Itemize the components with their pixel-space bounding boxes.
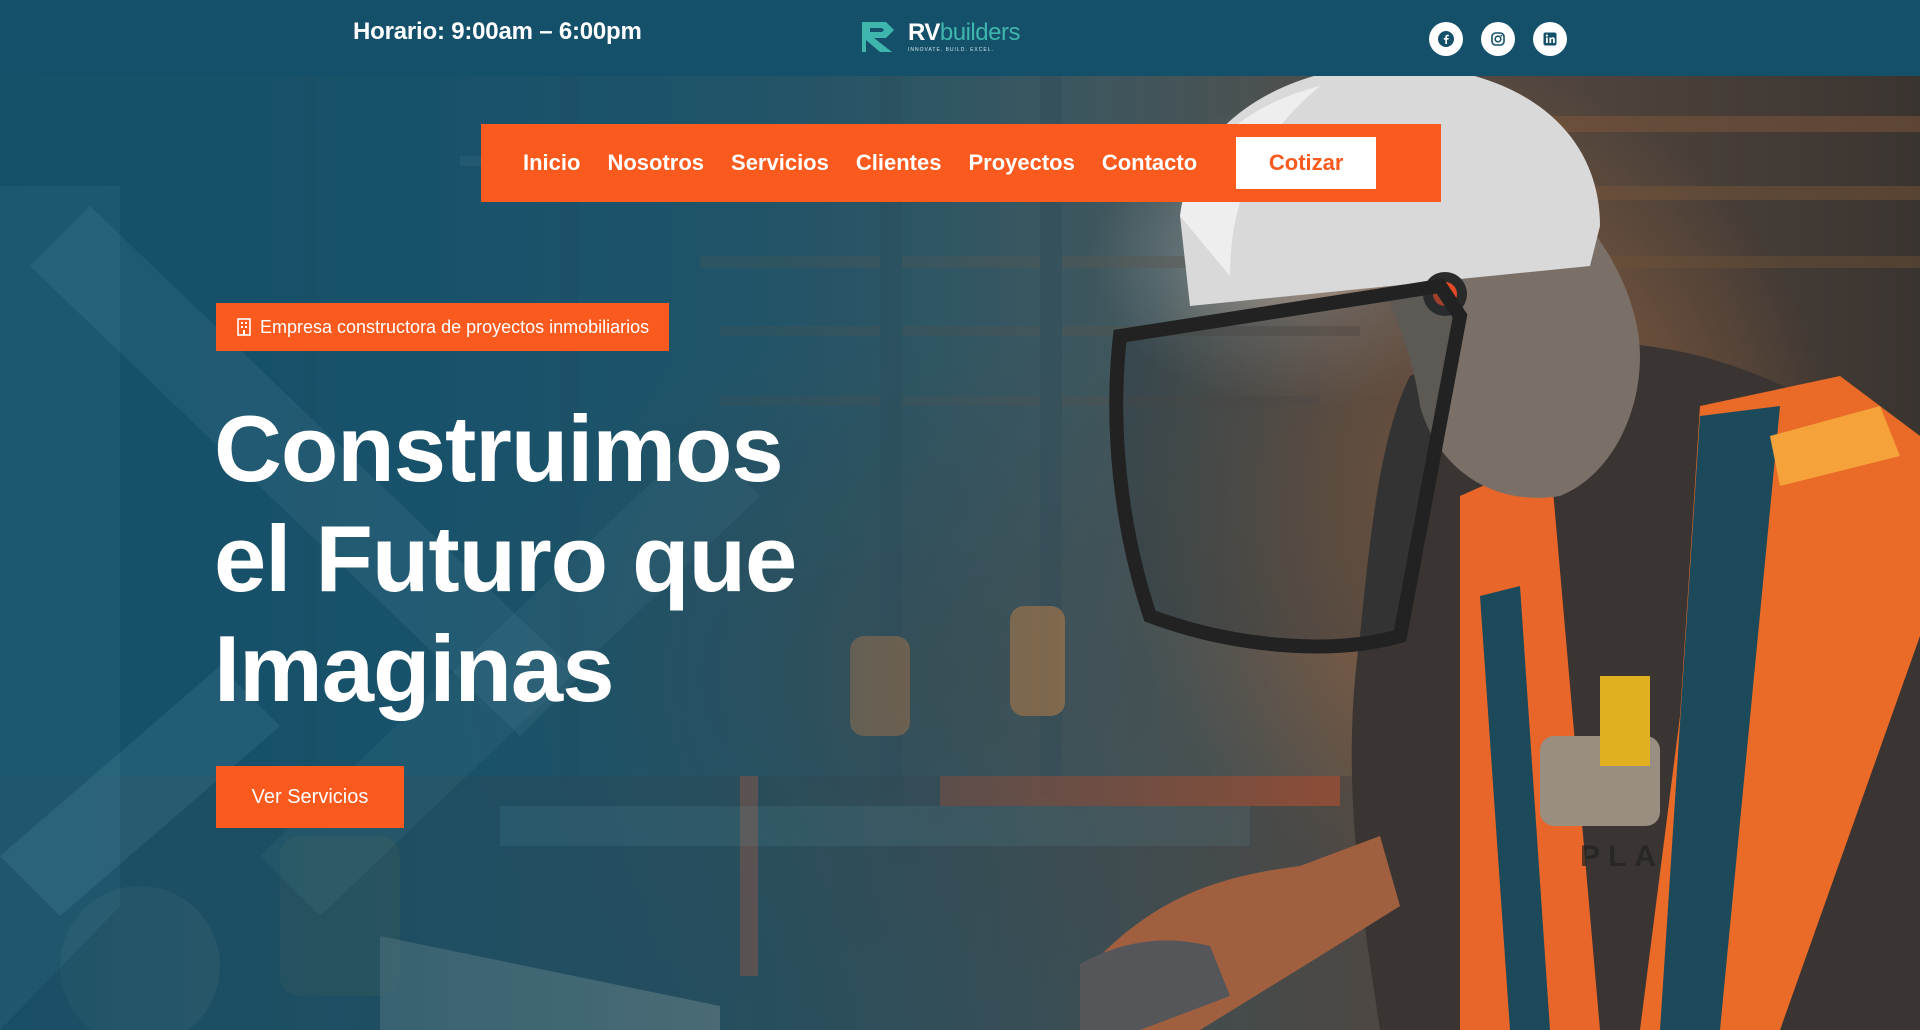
facebook-icon [1438,31,1454,47]
logo-tagline: INNOVATE. BUILD. EXCEL. [908,47,994,53]
instagram-icon [1491,32,1505,46]
company-badge: Empresa constructora de proyectos inmobi… [216,303,670,351]
headline-line-1: Construimos [214,396,784,501]
nav-item-proyectos[interactable]: Proyectos [968,150,1074,176]
nav-item-contacto[interactable]: Contacto [1102,150,1197,176]
linkedin-icon [1543,32,1557,46]
nav-item-clientes[interactable]: Clientes [856,150,942,176]
linkedin-link[interactable] [1533,22,1567,56]
headline-line-3: Imaginas [214,616,615,721]
headline-line-2: el Futuro que [214,506,797,611]
nav-item-inicio[interactable]: Inicio [523,150,580,176]
social-links [1429,22,1567,56]
nav-item-servicios[interactable]: Servicios [731,150,829,176]
instagram-link[interactable] [1481,22,1515,56]
worker-image: PLA [1080,76,1920,1030]
logo[interactable]: RVbuilders INNOVATE. BUILD. EXCEL. [860,20,1020,54]
hero-section: PLA Inicio Nosotros Servicios Clientes P… [0,76,1920,1030]
facebook-link[interactable] [1429,22,1463,56]
quote-button[interactable]: Cotizar [1236,137,1377,189]
view-services-button[interactable]: Ver Servicios [216,766,404,828]
main-nav: Inicio Nosotros Servicios Clientes Proye… [481,124,1441,202]
svg-text:PLA: PLA [1580,840,1664,873]
logo-name-light: builders [939,19,1021,46]
badge-text: Empresa constructora de proyectos inmobi… [260,316,650,337]
nav-item-nosotros[interactable]: Nosotros [607,150,704,176]
logo-name-bold: RV [908,19,940,46]
hero-headline: Construimos el Futuro que Imaginas [214,394,974,724]
building-icon [237,318,251,336]
business-hours: Horario: 9:00am – 6:00pm [353,18,642,45]
top-bar: Horario: 9:00am – 6:00pm RVbuilders INNO… [0,0,1920,76]
logo-mark-icon [862,22,894,52]
